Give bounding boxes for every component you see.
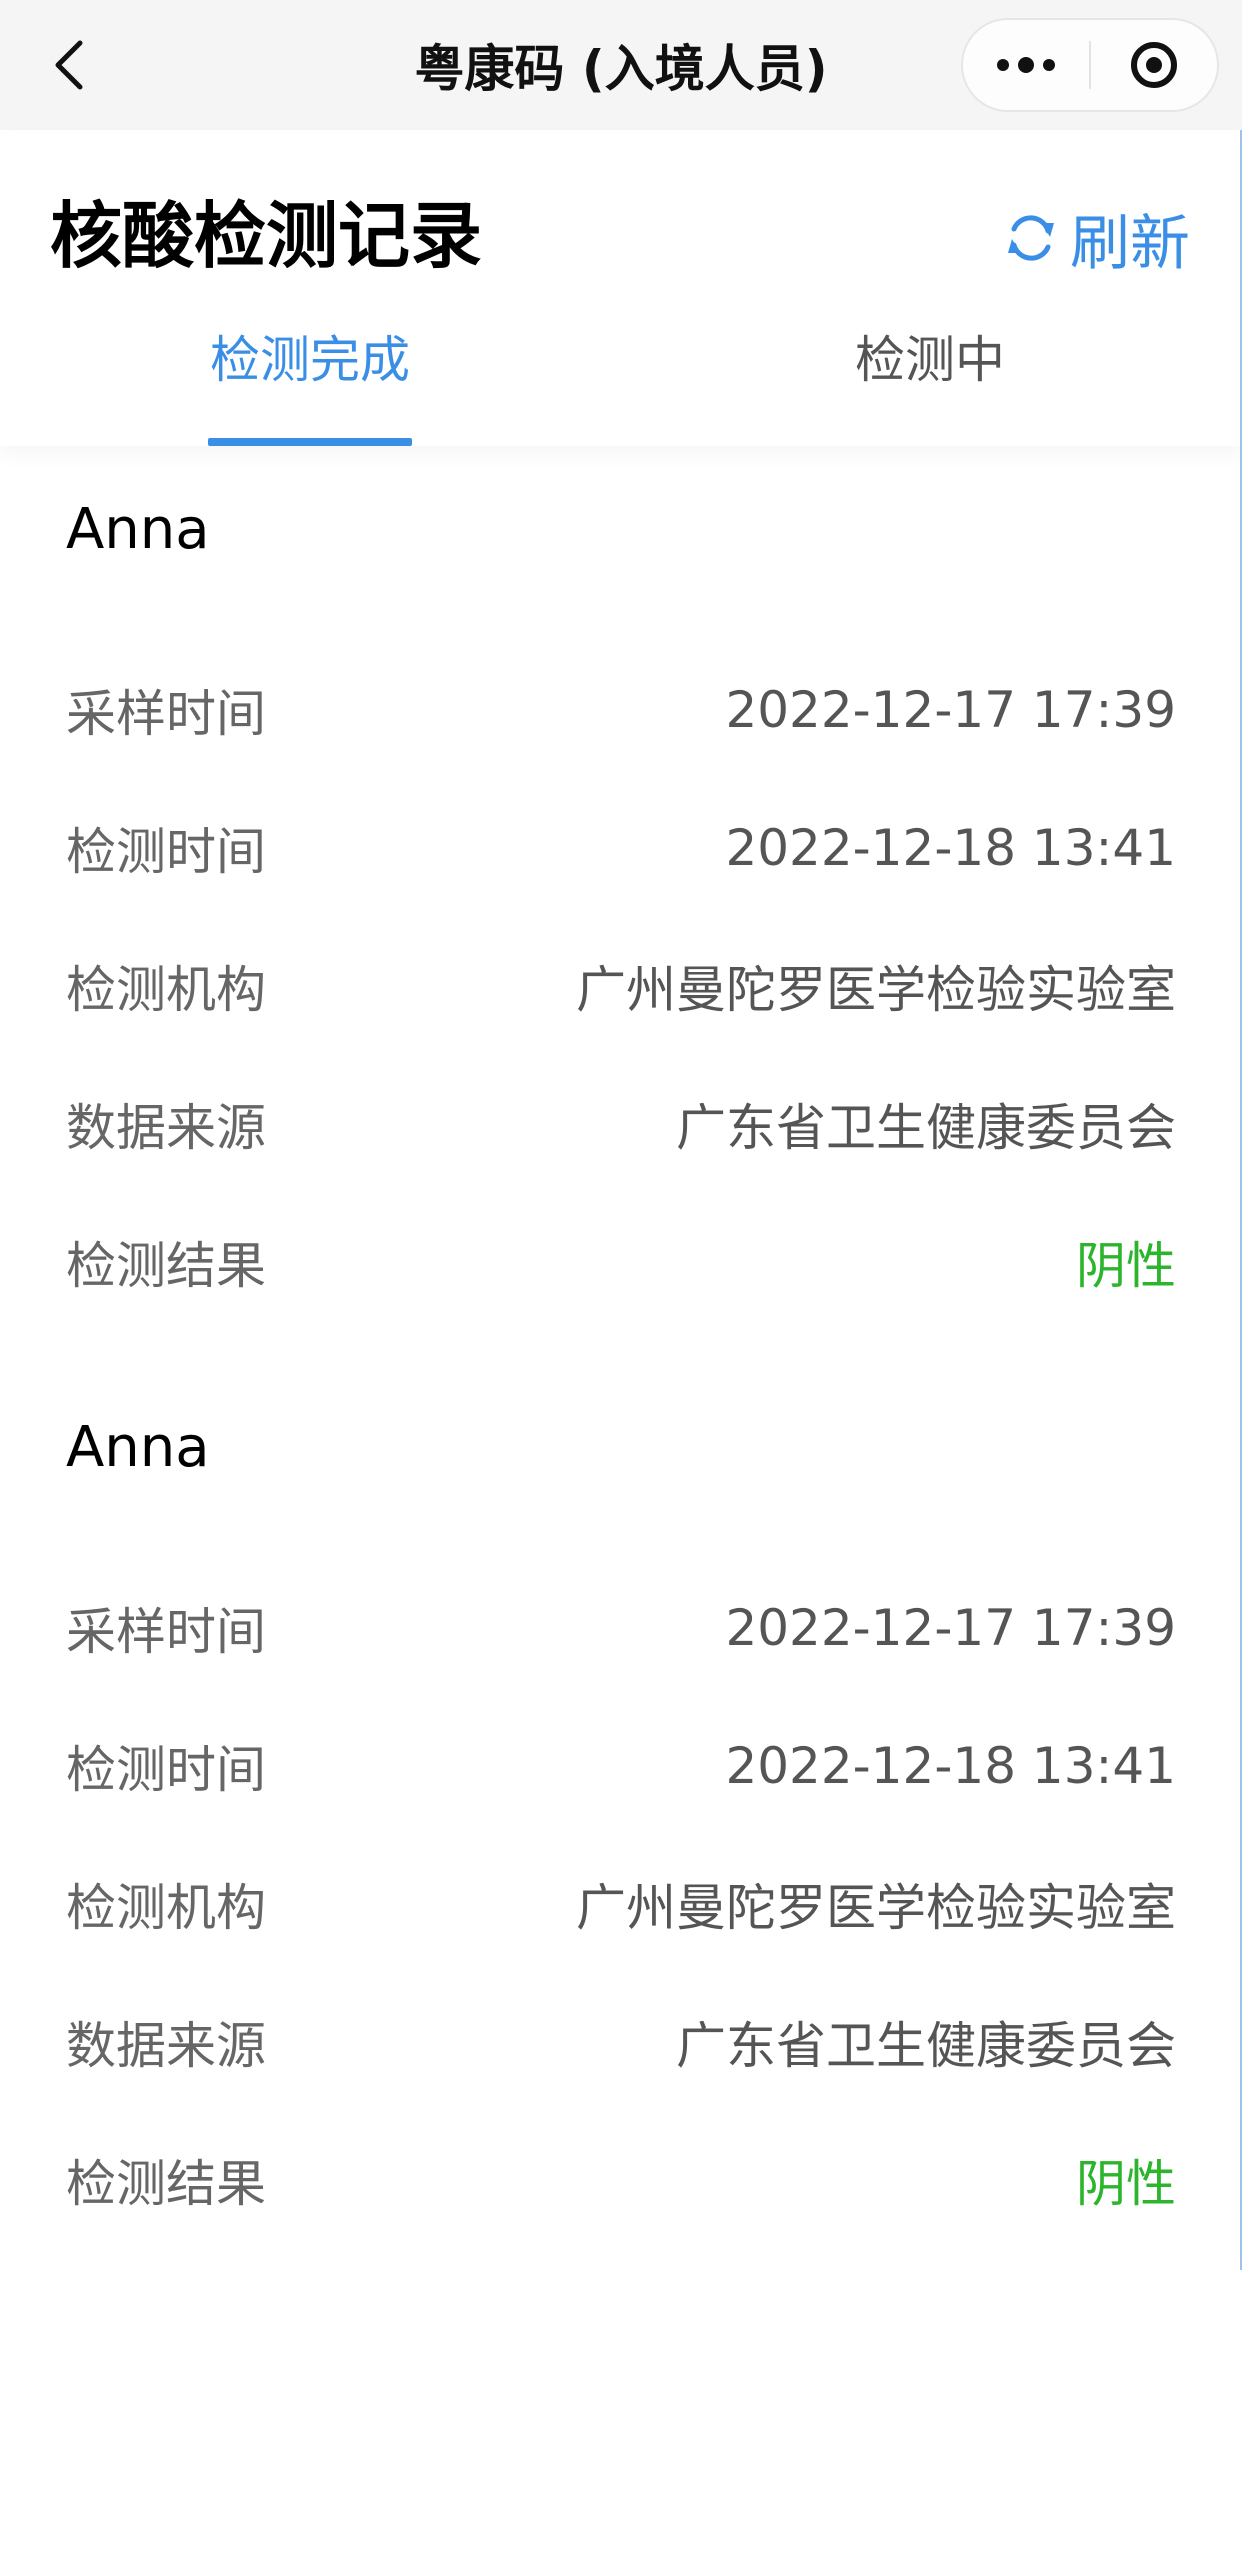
target-circle-icon	[1131, 42, 1177, 88]
record-row-data-source: 数据来源 广东省卫生健康委员会	[66, 2002, 1176, 2082]
refresh-label: 刷新	[1070, 208, 1190, 279]
chevron-left-icon	[55, 40, 83, 90]
field-label: 检测结果	[66, 1237, 266, 1295]
close-miniprogram-button[interactable]	[1091, 20, 1217, 110]
record-row-result: 检测结果 阴性	[66, 1222, 1176, 1302]
field-value: 广东省卫生健康委员会	[676, 1099, 1176, 1157]
record-person-name: Anna	[66, 1415, 210, 1480]
record-row-result: 检测结果 阴性	[66, 2140, 1176, 2220]
more-button[interactable]	[963, 20, 1089, 110]
record-row-data-source: 数据来源 广东省卫生健康委员会	[66, 1084, 1176, 1164]
record-person-name: Anna	[66, 497, 210, 562]
record-row-sample-time: 采样时间 2022-12-17 17:39	[66, 670, 1176, 750]
field-label: 检测时间	[66, 1741, 266, 1799]
field-label: 检测机构	[66, 1879, 266, 1937]
field-value: 广州曼陀罗医学检验实验室	[576, 1879, 1176, 1937]
field-value: 2022-12-17 17:39	[725, 1599, 1176, 1657]
field-label: 采样时间	[66, 1603, 266, 1661]
page-title: 核酸检测记录	[50, 194, 483, 278]
record-card: Anna 采样时间 2022-12-17 17:39 检测时间 2022-12-…	[0, 446, 1242, 1346]
tab-in-progress[interactable]: 检测中	[780, 330, 1080, 446]
refresh-button[interactable]: 刷新	[1004, 202, 1190, 279]
field-label: 检测时间	[66, 823, 266, 881]
field-label: 数据来源	[66, 2017, 266, 2075]
record-row-institution: 检测机构 广州曼陀罗医学检验实验室	[66, 1864, 1176, 1944]
result-value: 阴性	[1076, 1237, 1176, 1295]
navbar: 粤康码 (入境人员)	[0, 0, 1242, 130]
active-tab-indicator	[208, 438, 412, 446]
more-dots-icon	[997, 57, 1055, 73]
field-value: 2022-12-18 13:41	[725, 819, 1176, 877]
field-value: 2022-12-17 17:39	[725, 681, 1176, 739]
record-row-sample-time: 采样时间 2022-12-17 17:39	[66, 1588, 1176, 1668]
record-card: Anna 采样时间 2022-12-17 17:39 检测时间 2022-12-…	[0, 1364, 1242, 2264]
field-value: 广州曼陀罗医学检验实验室	[576, 961, 1176, 1019]
field-label: 数据来源	[66, 1099, 266, 1157]
field-value: 2022-12-18 13:41	[725, 1737, 1176, 1795]
field-label: 检测机构	[66, 961, 266, 1019]
record-row-test-time: 检测时间 2022-12-18 13:41	[66, 808, 1176, 888]
field-value: 广东省卫生健康委员会	[676, 2017, 1176, 2075]
field-label: 采样时间	[66, 685, 266, 743]
result-value: 阴性	[1076, 2155, 1176, 2213]
field-label: 检测结果	[66, 2155, 266, 2213]
capsule-menu	[961, 18, 1219, 112]
tab-completed[interactable]: 检测完成	[160, 330, 460, 446]
record-row-test-time: 检测时间 2022-12-18 13:41	[66, 1726, 1176, 1806]
page-header: 核酸检测记录 刷新 检测完成 检测中	[0, 130, 1242, 446]
record-row-institution: 检测机构 广州曼陀罗医学检验实验室	[66, 946, 1176, 1026]
refresh-icon	[1008, 215, 1054, 261]
back-button[interactable]	[30, 25, 110, 105]
